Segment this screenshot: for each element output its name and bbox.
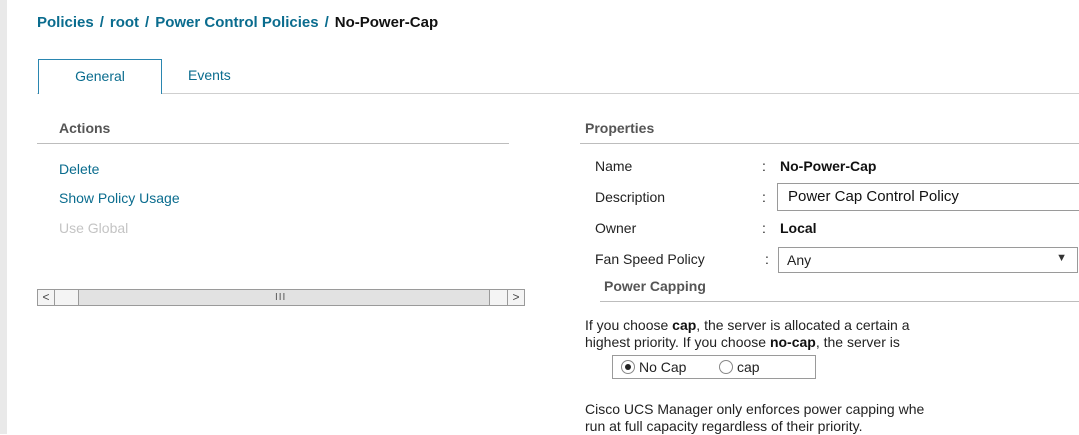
power-capping-note-line2: run at full capacity regardless of their… [585,418,863,434]
name-label: Name [595,158,633,174]
description-field[interactable]: Power Cap Control Policy [777,183,1079,211]
fan-speed-colon: : [765,251,769,267]
scrollbar-grip-icon: III [275,292,287,303]
power-capping-note-line1: Cisco UCS Manager only enforces power ca… [585,401,925,417]
power-capping-title: Power Capping [604,278,706,294]
tab-bar-divider [37,93,1079,94]
cap-radio[interactable]: cap [719,359,760,375]
scrollbar-thumb[interactable]: III [78,290,490,305]
breadcrumb-policies[interactable]: Policies [37,14,94,31]
description-colon: : [762,189,766,205]
no-cap-radio[interactable]: No Cap [621,359,686,375]
power-capping-description-line2: highest priority. If you choose no-cap, … [585,334,900,350]
delete-action-link[interactable]: Delete [59,161,99,177]
no-cap-radio-label: No Cap [639,359,687,375]
breadcrumb-separator: / [99,14,104,31]
scroll-left-icon[interactable]: < [38,290,55,305]
cap-radio-label: cap [737,359,760,375]
left-panel-edge [0,0,7,434]
owner-colon: : [762,220,766,236]
name-value: No-Power-Cap [780,158,877,174]
power-capping-radio-group: No Cap cap [612,355,816,379]
actions-divider [37,143,509,144]
properties-divider [580,143,1079,144]
breadcrumb-separator: / [324,14,329,31]
fan-speed-policy-select[interactable]: Any ▼ [778,247,1078,273]
tab-general[interactable]: General [38,59,162,94]
power-capping-divider [600,301,1079,302]
chevron-down-icon[interactable]: ▼ [1056,252,1067,264]
breadcrumb-root[interactable]: root [110,14,139,31]
radio-selected-icon[interactable] [621,360,635,374]
breadcrumb: Policies / root / Power Control Policies / No-… [37,14,438,31]
breadcrumb-separator: / [145,14,150,31]
actions-title: Actions [59,120,111,136]
radio-unselected-icon[interactable] [719,360,733,374]
power-capping-description-line1: If you choose cap, the server is allocat… [585,317,910,333]
owner-label: Owner [595,220,637,236]
description-label: Description [595,189,666,205]
show-policy-usage-link[interactable]: Show Policy Usage [59,190,180,206]
breadcrumb-power-control-policies[interactable]: Power Control Policies [155,14,318,31]
owner-value: Local [780,220,817,236]
fan-speed-policy-value: Any [787,252,812,268]
fan-speed-policy-label: Fan Speed Policy [595,251,705,267]
horizontal-scrollbar[interactable]: < III > [37,289,525,306]
scroll-right-icon[interactable]: > [507,290,524,305]
use-global-link: Use Global [59,220,129,236]
name-colon: : [762,158,766,174]
breadcrumb-current: No-Power-Cap [334,14,439,31]
properties-title: Properties [585,120,655,136]
tab-events[interactable]: Events [170,59,260,93]
